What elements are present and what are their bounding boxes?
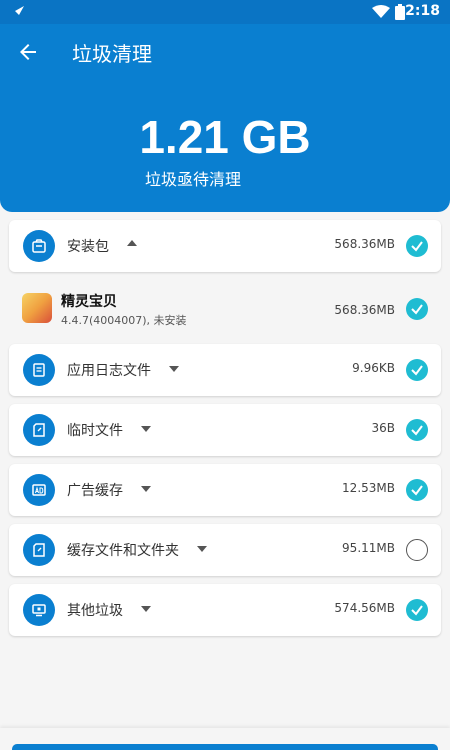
- checkbox-checked[interactable]: [406, 235, 428, 257]
- app-version-status: 4.4.7(4004007), 未安装: [61, 314, 187, 327]
- collapse-icon[interactable]: [127, 240, 137, 246]
- back-arrow-icon[interactable]: [16, 40, 40, 64]
- ad-icon: [23, 474, 55, 506]
- expand-icon[interactable]: [169, 366, 179, 372]
- expand-icon[interactable]: [141, 426, 151, 432]
- file-icon: [23, 534, 55, 566]
- category-row[interactable]: 缓存文件和文件夹 95.11MB: [9, 524, 441, 576]
- battery-icon: [395, 4, 405, 20]
- category-label: 安装包: [67, 239, 109, 255]
- summary-subtitle: 垃圾亟待清理: [145, 170, 242, 189]
- status-time: 2:18: [405, 3, 440, 19]
- checkbox-checked[interactable]: [406, 479, 428, 501]
- expand-icon[interactable]: [141, 486, 151, 492]
- category-label: 缓存文件和文件夹: [67, 543, 179, 559]
- app-size: 568.36MB: [334, 303, 395, 317]
- category-label: 广告缓存: [67, 483, 123, 499]
- checkbox-checked[interactable]: [406, 419, 428, 441]
- wifi-icon: [372, 5, 390, 18]
- bottom-action-bar: [0, 728, 450, 750]
- category-size: 36B: [371, 421, 395, 435]
- file-icon: [23, 414, 55, 446]
- category-card-other[interactable]: 其他垃圾 574.56MB: [9, 584, 441, 636]
- clean-button[interactable]: [12, 744, 438, 750]
- checkbox-checked[interactable]: [406, 298, 428, 320]
- category-label: 应用日志文件: [67, 363, 151, 379]
- category-size: 9.96KB: [352, 361, 395, 375]
- checkbox-unchecked[interactable]: [406, 539, 428, 561]
- expand-icon[interactable]: [197, 546, 207, 552]
- summary-header: 1.21 GB 垃圾亟待清理: [0, 80, 450, 212]
- category-card-ads[interactable]: 广告缓存 12.53MB: [9, 464, 441, 516]
- category-label: 临时文件: [67, 423, 123, 439]
- expand-icon[interactable]: [141, 606, 151, 612]
- app-name: 精灵宝贝: [61, 294, 117, 310]
- page-title: 垃圾清理: [72, 42, 152, 66]
- checkbox-checked[interactable]: [406, 359, 428, 381]
- package-icon: [23, 230, 55, 262]
- category-row[interactable]: 临时文件 36B: [9, 404, 441, 456]
- category-card-cache[interactable]: 缓存文件和文件夹 95.11MB: [9, 524, 441, 576]
- document-icon: [23, 354, 55, 386]
- category-card-temp[interactable]: 临时文件 36B: [9, 404, 441, 456]
- category-row[interactable]: 应用日志文件 9.96KB: [9, 344, 441, 396]
- category-card-logs[interactable]: 应用日志文件 9.96KB: [9, 344, 441, 396]
- category-size: 574.56MB: [334, 601, 395, 615]
- status-bar: 2:18: [0, 0, 450, 24]
- total-junk-size: 1.21 GB: [139, 111, 311, 163]
- category-row[interactable]: 广告缓存 12.53MB: [9, 464, 441, 516]
- category-size: 12.53MB: [342, 481, 395, 495]
- category-card-apk[interactable]: 安装包 568.36MB: [9, 220, 441, 272]
- category-label: 其他垃圾: [67, 603, 123, 619]
- category-size: 568.36MB: [334, 237, 395, 251]
- app-bar: 垃圾清理: [0, 24, 450, 80]
- checkbox-checked[interactable]: [406, 599, 428, 621]
- category-size: 95.11MB: [342, 541, 395, 555]
- category-row[interactable]: 其他垃圾 574.56MB: [9, 584, 441, 636]
- monitor-icon: [23, 594, 55, 626]
- app-icon: [22, 293, 52, 323]
- category-row[interactable]: 安装包 568.36MB: [9, 220, 441, 272]
- apk-item-row[interactable]: 精灵宝贝 4.4.7(4004007), 未安装 568.36MB: [9, 282, 441, 336]
- notification-icon: [12, 6, 24, 18]
